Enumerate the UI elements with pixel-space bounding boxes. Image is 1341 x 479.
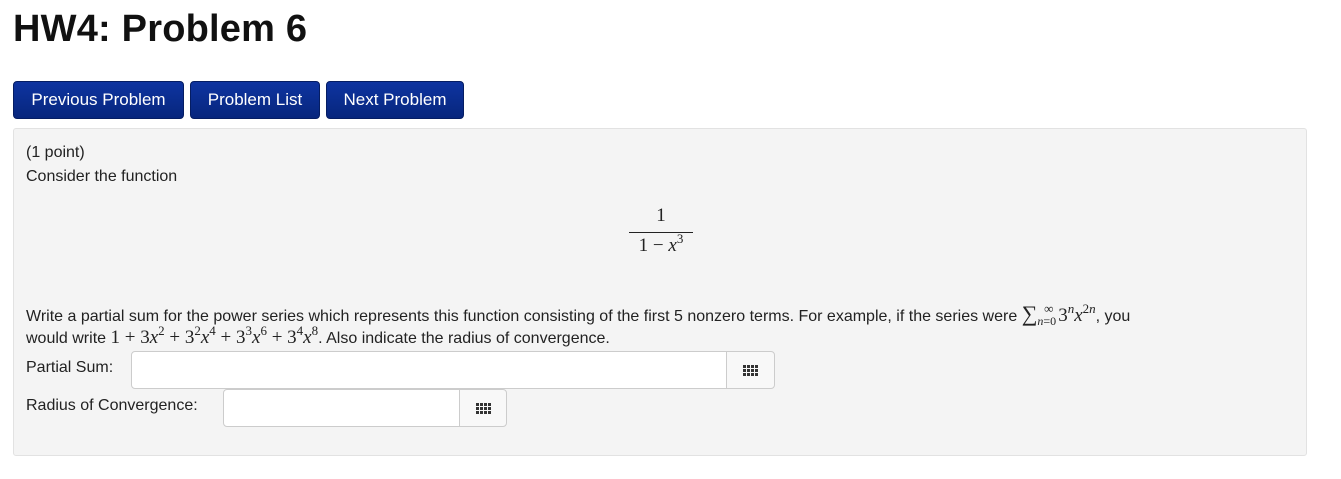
instructions-text-1: Write a partial sum for the power series… [26, 308, 1022, 325]
equation-editor-icon [475, 402, 491, 414]
example-series: ∑n=0∞ 3nx2n [1021, 301, 1096, 328]
instructions-text-3: would write [26, 330, 111, 347]
instructions-line-1: Write a partial sum for the power series… [26, 301, 1130, 327]
problem-panel: (1 point) Consider the function 1 1 − x3… [13, 128, 1307, 456]
instructions-line-2: would write 1 + 3x2 + 32x4 + 33x6 + 34x8… [26, 323, 610, 349]
fraction-denominator: 1 − x3 [638, 231, 684, 256]
radius-of-convergence-input[interactable] [223, 389, 460, 427]
points-label: (1 point) [26, 144, 85, 161]
intro-text: Consider the function [26, 168, 178, 185]
radius-label: Radius of Convergence: [26, 397, 198, 414]
next-problem-button[interactable]: Next Problem [326, 81, 464, 119]
fraction-bar [629, 232, 693, 233]
instructions-text-2: , you [1095, 308, 1131, 325]
page-title: HW4: Problem 6 [13, 8, 308, 50]
radius-equation-editor-button[interactable] [459, 389, 507, 427]
function-fraction: 1 1 − x3 [629, 205, 693, 257]
problem-nav: Previous Problem Problem List Next Probl… [13, 81, 464, 119]
partial-sum-equation-editor-button[interactable] [726, 351, 775, 389]
page: HW4: Problem 6 Previous Problem Problem … [0, 0, 1341, 479]
previous-problem-button[interactable]: Previous Problem [13, 81, 184, 119]
partial-sum-input[interactable] [131, 351, 727, 389]
problem-list-button[interactable]: Problem List [190, 81, 320, 119]
fraction-numerator: 1 [656, 205, 666, 226]
partial-sum-label: Partial Sum: [26, 359, 114, 376]
example-sum: 1 + 3x2 + 32x4 + 33x6 + 34x8 [110, 323, 319, 348]
instructions-text-4: . Also indicate the radius of convergenc… [318, 330, 610, 347]
equation-editor-icon [743, 364, 758, 376]
